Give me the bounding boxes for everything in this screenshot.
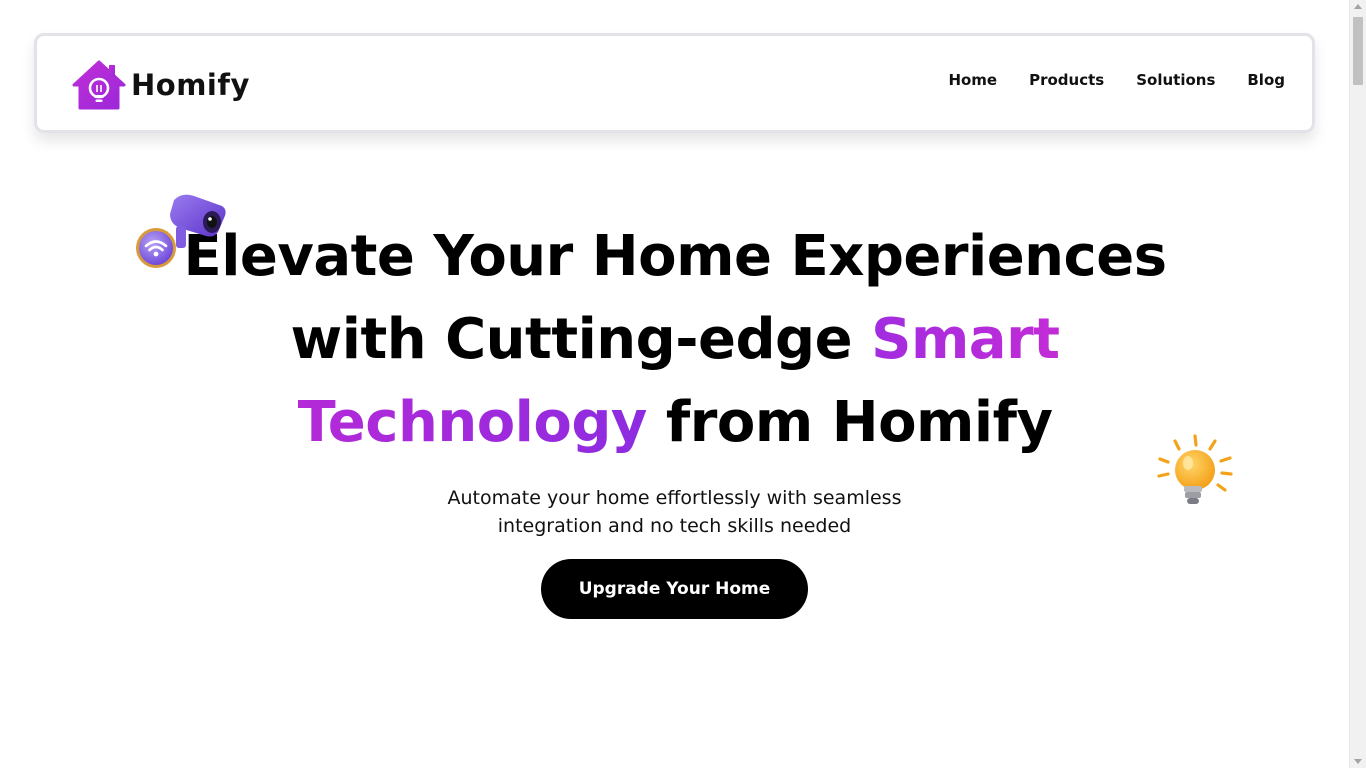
scroll-down-arrow-icon[interactable]: [1354, 759, 1362, 764]
page: Homify Home Products Solutions Blog Elev…: [0, 0, 1349, 768]
nav-link-home[interactable]: Home: [948, 71, 997, 89]
brand-name: Homify: [131, 68, 250, 102]
security-camera-wifi-icon: [136, 194, 226, 268]
hero-title-line3-plain: from Homify: [646, 390, 1053, 455]
nav-link-blog[interactable]: Blog: [1247, 71, 1285, 89]
vertical-scrollbar[interactable]: [1349, 0, 1366, 768]
hero-subtitle: Automate your home effortlessly with sea…: [400, 484, 949, 540]
hero-title-highlight-smart: Smart: [871, 307, 1060, 372]
nav-link-solutions[interactable]: Solutions: [1136, 71, 1215, 89]
scroll-up-arrow-icon[interactable]: [1354, 4, 1362, 9]
hero-title-line2-plain: with Cutting-edge: [290, 307, 872, 372]
lightbulb-icon: [1157, 434, 1233, 504]
nav-link-products[interactable]: Products: [1029, 71, 1104, 89]
hero-subtitle-line2: integration and no tech skills needed: [497, 515, 852, 537]
brand[interactable]: Homify: [72, 59, 250, 111]
navbar: Homify Home Products Solutions Blog: [34, 33, 1315, 133]
hero-title-highlight-technology: Technology: [297, 390, 648, 455]
upgrade-your-home-button[interactable]: Upgrade Your Home: [541, 559, 808, 619]
hero-title-line1: Elevate Your Home Experiences: [183, 224, 1167, 289]
scroll-thumb[interactable]: [1353, 17, 1363, 85]
hero-subtitle-line1: Automate your home effortlessly with sea…: [447, 487, 902, 509]
main-nav: Home Products Solutions Blog: [948, 71, 1285, 89]
hero-title: Elevate Your Home Experiences with Cutti…: [120, 215, 1230, 464]
house-lightbulb-icon: [72, 60, 126, 110]
